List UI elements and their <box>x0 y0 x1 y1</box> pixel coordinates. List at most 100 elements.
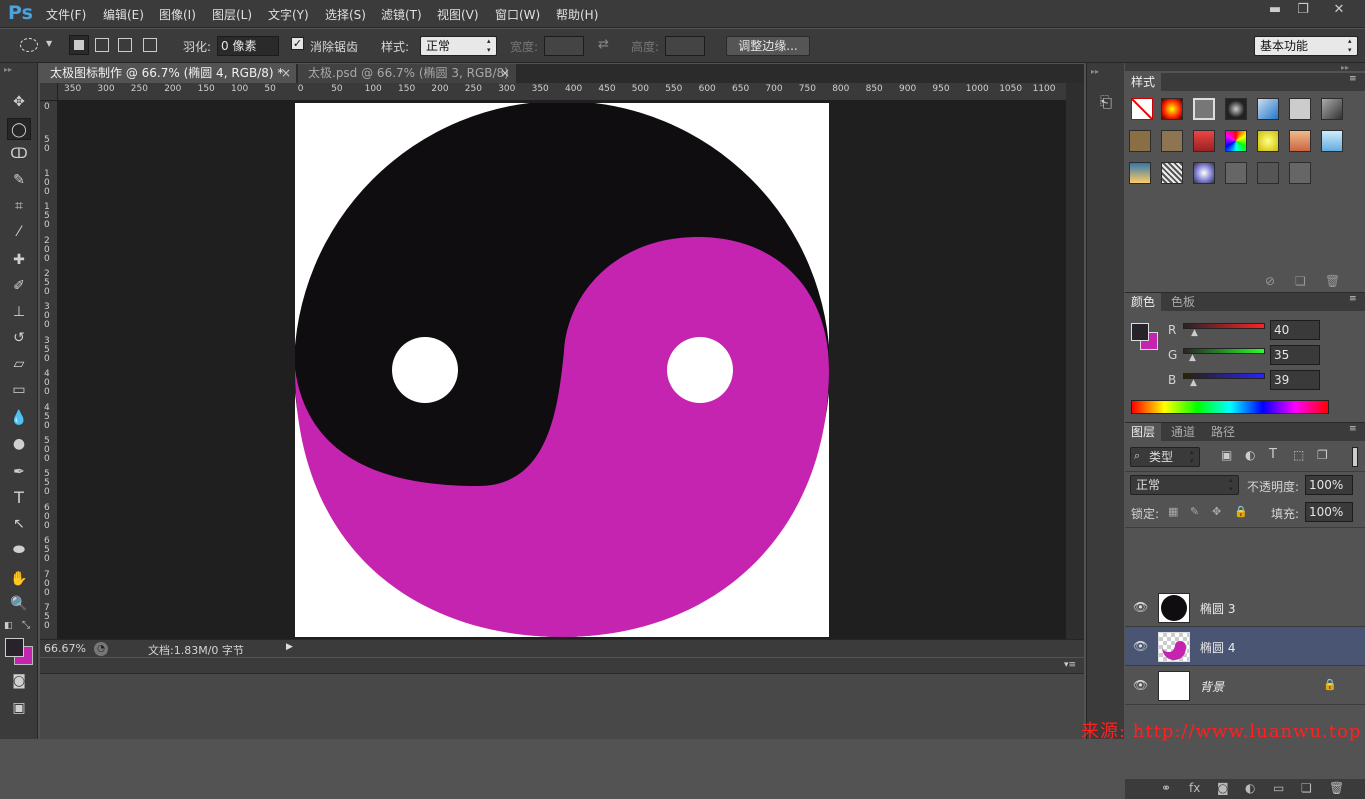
crop-tool-icon[interactable]: ⌗ <box>7 195 31 217</box>
menu-file[interactable]: 文件(F) <box>46 6 86 23</box>
filter-toggle[interactable] <box>1352 447 1358 467</box>
filter-type-icon[interactable]: T <box>1269 447 1277 462</box>
type-tool-icon[interactable]: T <box>7 487 31 509</box>
fx-icon[interactable]: fx <box>1189 781 1200 795</box>
filter-adjustment-icon[interactable]: ◐ <box>1245 448 1255 462</box>
intersect-selection-icon[interactable] <box>143 38 157 52</box>
gradient-tool-icon[interactable]: ▭ <box>7 379 31 401</box>
menu-help[interactable]: 帮助(H) <box>556 6 598 23</box>
tab-color[interactable]: 颜色 <box>1125 293 1162 311</box>
style-swatch[interactable] <box>1257 130 1279 152</box>
preset-chevron-icon[interactable]: ▼ <box>46 39 52 48</box>
filter-pixel-icon[interactable]: ▣ <box>1221 448 1232 462</box>
fill-input[interactable]: 100% <box>1305 502 1353 522</box>
zoom-tool-icon[interactable]: 🔍 <box>7 593 31 615</box>
healing-brush-tool-icon[interactable]: ✚ <box>7 249 31 271</box>
new-style-icon[interactable]: ❏ <box>1295 274 1306 288</box>
link-layers-icon[interactable]: ⚭ <box>1161 781 1171 795</box>
workspace-select[interactable]: 基本功能 <box>1254 36 1358 56</box>
vertical-scrollbar[interactable] <box>1066 83 1084 639</box>
history-brush-tool-icon[interactable]: ↺ <box>7 327 31 349</box>
swap-icon[interactable]: ⇄ <box>598 37 609 52</box>
menu-window[interactable]: 窗口(W) <box>495 6 540 23</box>
document-canvas[interactable] <box>58 101 1066 639</box>
pen-tool-icon[interactable]: ✒ <box>7 461 31 483</box>
layers-menu-icon[interactable]: ≡ <box>1349 424 1357 434</box>
antialias-checkbox[interactable]: ✓ <box>291 37 304 50</box>
ruler-origin[interactable] <box>40 83 58 101</box>
eraser-tool-icon[interactable]: ▱ <box>7 353 31 375</box>
layer-row[interactable]: 👁 椭圆 3 <box>1125 589 1365 627</box>
layer-name[interactable]: 椭圆 3 <box>1200 600 1235 617</box>
style-swatch[interactable] <box>1161 98 1183 120</box>
tab-swatches[interactable]: 色板 <box>1165 293 1201 311</box>
menu-filter[interactable]: 滤镜(T) <box>381 6 422 23</box>
tab-taiji-icon-making[interactable]: 太极图标制作 @ 66.7% (椭圆 4, RGB/8) * × <box>40 64 296 83</box>
vertical-ruler[interactable]: 0 5 0 1 0 0 1 5 0 2 0 0 2 5 0 3 0 0 3 5 0 4 0 0 4… <box>40 101 58 639</box>
screen-mode-icon[interactable]: ▣ <box>7 697 31 719</box>
tab-styles[interactable]: 样式 <box>1125 73 1162 91</box>
layer-row-selected[interactable]: 👁 椭圆 4 <box>1125 628 1365 666</box>
style-select[interactable]: 正常 <box>420 36 497 56</box>
feather-input[interactable]: 0 像素 <box>217 36 279 56</box>
g-input[interactable]: 35 <box>1270 345 1320 365</box>
status-info-icon[interactable]: ◔ <box>94 642 108 656</box>
visibility-eye-icon[interactable]: 👁 <box>1133 600 1148 614</box>
height-input[interactable] <box>665 36 705 56</box>
tab-paths[interactable]: 路径 <box>1205 423 1241 441</box>
add-mask-icon[interactable]: ◙ <box>1217 781 1229 795</box>
visibility-eye-icon[interactable]: 👁 <box>1133 678 1148 692</box>
menu-edit[interactable]: 编辑(E) <box>103 6 144 23</box>
style-swatch[interactable] <box>1289 162 1311 184</box>
eyedropper-tool-icon[interactable]: ⁄ <box>7 221 31 243</box>
adjustment-layer-icon[interactable]: ◐ <box>1245 781 1255 795</box>
close-window-button[interactable]: ✕ <box>1326 2 1352 18</box>
foreground-color-swatch[interactable] <box>5 638 24 657</box>
blur-tool-icon[interactable]: 💧 <box>7 407 31 429</box>
style-swatch[interactable] <box>1193 98 1215 120</box>
quick-mask-icon[interactable]: ◙ <box>7 670 31 692</box>
collapse-panel-icon[interactable]: ▸▸ <box>1341 63 1349 72</box>
restore-button[interactable]: ❐ <box>1290 2 1316 18</box>
new-layer-icon[interactable]: ❏ <box>1301 781 1312 795</box>
style-swatch[interactable] <box>1321 130 1343 152</box>
style-swatch[interactable] <box>1193 162 1215 184</box>
zoom-level[interactable]: 66.67% <box>44 642 86 655</box>
canvas-workspace[interactable] <box>58 101 1066 639</box>
tab-taiji-psd[interactable]: 太极.psd @ 66.7% (椭圆 3, RGB/8) × <box>298 64 516 83</box>
tab-layers[interactable]: 图层 <box>1125 423 1162 441</box>
horizontal-ruler[interactable]: 350 300 250 200 150 100 50 0 50 100 150 200 250 300 35… <box>58 83 1066 101</box>
style-swatch[interactable] <box>1161 130 1183 152</box>
menu-image[interactable]: 图像(I) <box>159 6 196 23</box>
hand-tool-icon[interactable]: ✋ <box>7 568 31 590</box>
lock-pixels-icon[interactable]: ✎ <box>1190 505 1199 518</box>
new-selection-icon[interactable] <box>69 35 89 55</box>
style-swatch[interactable] <box>1129 130 1151 152</box>
style-swatch[interactable] <box>1193 130 1215 152</box>
new-group-icon[interactable]: ▭ <box>1273 781 1284 795</box>
style-swatch[interactable] <box>1321 98 1343 120</box>
styles-menu-icon[interactable]: ≡ <box>1349 74 1357 84</box>
layer-name[interactable]: 椭圆 4 <box>1200 639 1235 656</box>
delete-style-icon[interactable]: 🗑 <box>1325 274 1340 288</box>
menu-view[interactable]: 视图(V) <box>437 6 479 23</box>
width-input[interactable] <box>544 36 584 56</box>
style-none-swatch[interactable] <box>1131 98 1153 120</box>
dodge-tool-icon[interactable]: ● <box>7 433 31 455</box>
swap-colors-icon[interactable]: ⤡ <box>22 620 30 631</box>
delete-layer-icon[interactable]: 🗑 <box>1329 781 1344 795</box>
ellipse-marquee-tool-icon[interactable]: ◯ <box>7 118 31 140</box>
visibility-eye-icon[interactable]: 👁 <box>1133 639 1148 653</box>
b-input[interactable]: 39 <box>1270 370 1320 390</box>
quick-selection-tool-icon[interactable]: ✎ <box>7 169 31 191</box>
style-swatch[interactable] <box>1161 162 1183 184</box>
history-panel-icon[interactable]: ⎗ <box>1095 93 1117 117</box>
subtract-selection-icon[interactable] <box>118 38 132 52</box>
color-foreground-swatch[interactable] <box>1131 323 1149 341</box>
tab-channels[interactable]: 通道 <box>1165 423 1201 441</box>
style-swatch[interactable] <box>1257 162 1279 184</box>
style-swatch[interactable] <box>1225 130 1247 152</box>
ellipse-marquee-icon[interactable] <box>20 38 38 52</box>
lasso-tool-icon[interactable]: ↀ <box>7 143 31 165</box>
b-slider-thumb[interactable]: ▲ <box>1190 378 1197 388</box>
